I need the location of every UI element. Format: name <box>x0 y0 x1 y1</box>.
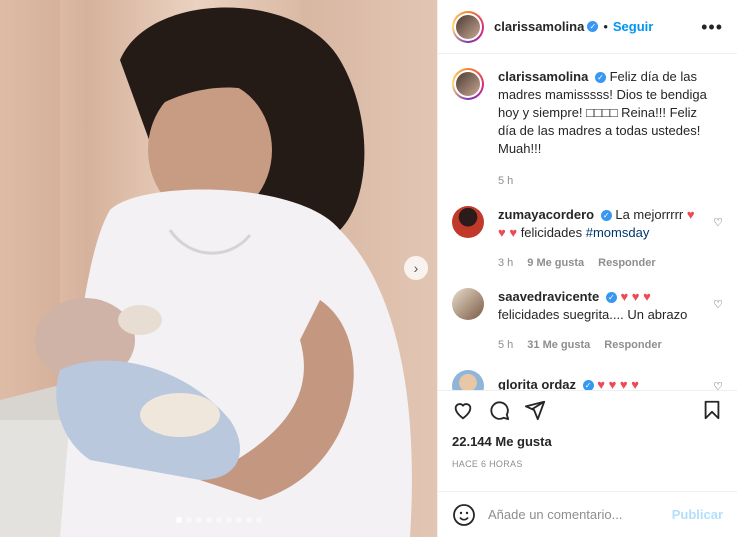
comment-body: saavedravicente ✓ ♥ ♥ ♥ felicidades sueg… <box>498 288 708 354</box>
comment-text-2: felicidades <box>520 225 583 240</box>
heart-icon[interactable] <box>452 399 474 421</box>
share-icon[interactable] <box>524 399 546 421</box>
carousel-dot <box>185 517 192 523</box>
comment-input[interactable]: Añade un comentario... <box>488 507 660 522</box>
comment-body: zumayacordero ✓ La mejorrrrr ♥ ♥ ♥ felic… <box>498 206 708 272</box>
carousel-next-button[interactable]: › <box>404 256 428 280</box>
caption-username[interactable]: clarissamolina <box>498 69 588 84</box>
comment-text: La mejorrrrr <box>615 207 684 222</box>
carousel-dot <box>195 517 202 523</box>
post-sidebar: clarissamolina ✓ • Seguir ••• clarissamo… <box>437 0 737 537</box>
comment-text: felicidades suegrita.... Un abrazo <box>498 307 688 322</box>
author-username[interactable]: clarissamolina <box>494 19 584 34</box>
verified-badge-icon: ✓ <box>594 72 606 84</box>
caption-avatar[interactable] <box>452 68 484 100</box>
publish-button[interactable]: Publicar <box>672 507 723 522</box>
verified-badge-icon: ✓ <box>587 21 599 32</box>
follow-button[interactable]: Seguir <box>613 19 653 34</box>
comment-row: glorita ordaz ✓ ♥ ♥ ♥ ♥ ♡ <box>452 370 723 390</box>
heart-emoji: ♥ ♥ ♥ ♥ <box>597 377 639 390</box>
verified-badge-icon: ✓ <box>605 292 617 304</box>
chevron-right-icon: › <box>413 260 419 276</box>
comment-username[interactable]: saavedravicente <box>498 289 599 304</box>
post-actions <box>438 390 737 428</box>
commenter-avatar[interactable] <box>452 206 484 238</box>
verified-badge-icon: ✓ <box>600 210 612 222</box>
carousel-dot <box>245 517 252 523</box>
comment-time[interactable]: 3 h <box>498 254 513 272</box>
emoji-icon[interactable] <box>452 503 476 527</box>
instagram-post: › clarissamolina ✓ • Seguir ••• clarissa… <box>0 0 737 537</box>
carousel-dot <box>205 517 212 523</box>
comments-list: clarissamolina ✓ Feliz día de las madres… <box>438 54 737 390</box>
post-timestamp[interactable]: HACE 6 HORAS <box>438 459 737 469</box>
reply-button[interactable]: Responder <box>598 254 655 272</box>
commenter-avatar[interactable] <box>452 288 484 320</box>
carousel-dot <box>255 517 262 523</box>
comment-row: saavedravicente ✓ ♥ ♥ ♥ felicidades sueg… <box>452 288 723 354</box>
carousel-dot <box>225 517 232 523</box>
heart-emoji: ♥ <box>686 207 695 222</box>
post-photo[interactable]: › <box>0 0 437 537</box>
carousel-dot <box>235 517 242 523</box>
heart-emoji: ♥ ♥ ♥ <box>620 289 651 304</box>
heart-emoji: ♥ ♥ <box>498 225 518 240</box>
author-avatar[interactable] <box>452 10 484 43</box>
bookmark-icon[interactable] <box>701 399 723 421</box>
carousel-dot <box>215 517 222 523</box>
likes-count[interactable]: 22.144 Me gusta <box>438 434 737 449</box>
like-comment-heart-icon[interactable]: ♡ <box>713 298 723 311</box>
comment-likes[interactable]: 9 Me gusta <box>527 254 584 272</box>
hashtag-link[interactable]: #momsday <box>586 225 650 240</box>
comment-row: zumayacordero ✓ La mejorrrrr ♥ ♥ ♥ felic… <box>452 206 723 272</box>
caption-body: clarissamolina ✓ Feliz día de las madres… <box>498 68 708 190</box>
comment-username[interactable]: zumayacordero <box>498 207 594 222</box>
more-options-button[interactable]: ••• <box>701 18 723 36</box>
caption-time[interactable]: 5 h <box>498 172 513 190</box>
comment-likes[interactable]: 31 Me gusta <box>527 336 590 354</box>
photo-illustration <box>0 0 437 537</box>
like-comment-heart-icon[interactable]: ♡ <box>713 216 723 229</box>
comment-username[interactable]: glorita ordaz <box>498 377 576 390</box>
separator-dot: • <box>603 19 608 34</box>
caption-row: clarissamolina ✓ Feliz día de las madres… <box>452 68 723 190</box>
reply-button[interactable]: Responder <box>604 336 661 354</box>
carousel-dot <box>175 517 182 523</box>
carousel-indicator <box>0 517 437 523</box>
post-header: clarissamolina ✓ • Seguir ••• <box>438 0 737 54</box>
commenter-avatar[interactable] <box>452 370 484 390</box>
add-comment-bar: Añade un comentario... Publicar <box>438 491 737 537</box>
comment-icon[interactable] <box>488 399 510 421</box>
comment-time[interactable]: 5 h <box>498 336 513 354</box>
verified-badge-icon: ✓ <box>582 380 594 390</box>
comment-body: glorita ordaz ✓ ♥ ♥ ♥ ♥ <box>498 370 708 390</box>
like-comment-heart-icon[interactable]: ♡ <box>713 380 723 390</box>
